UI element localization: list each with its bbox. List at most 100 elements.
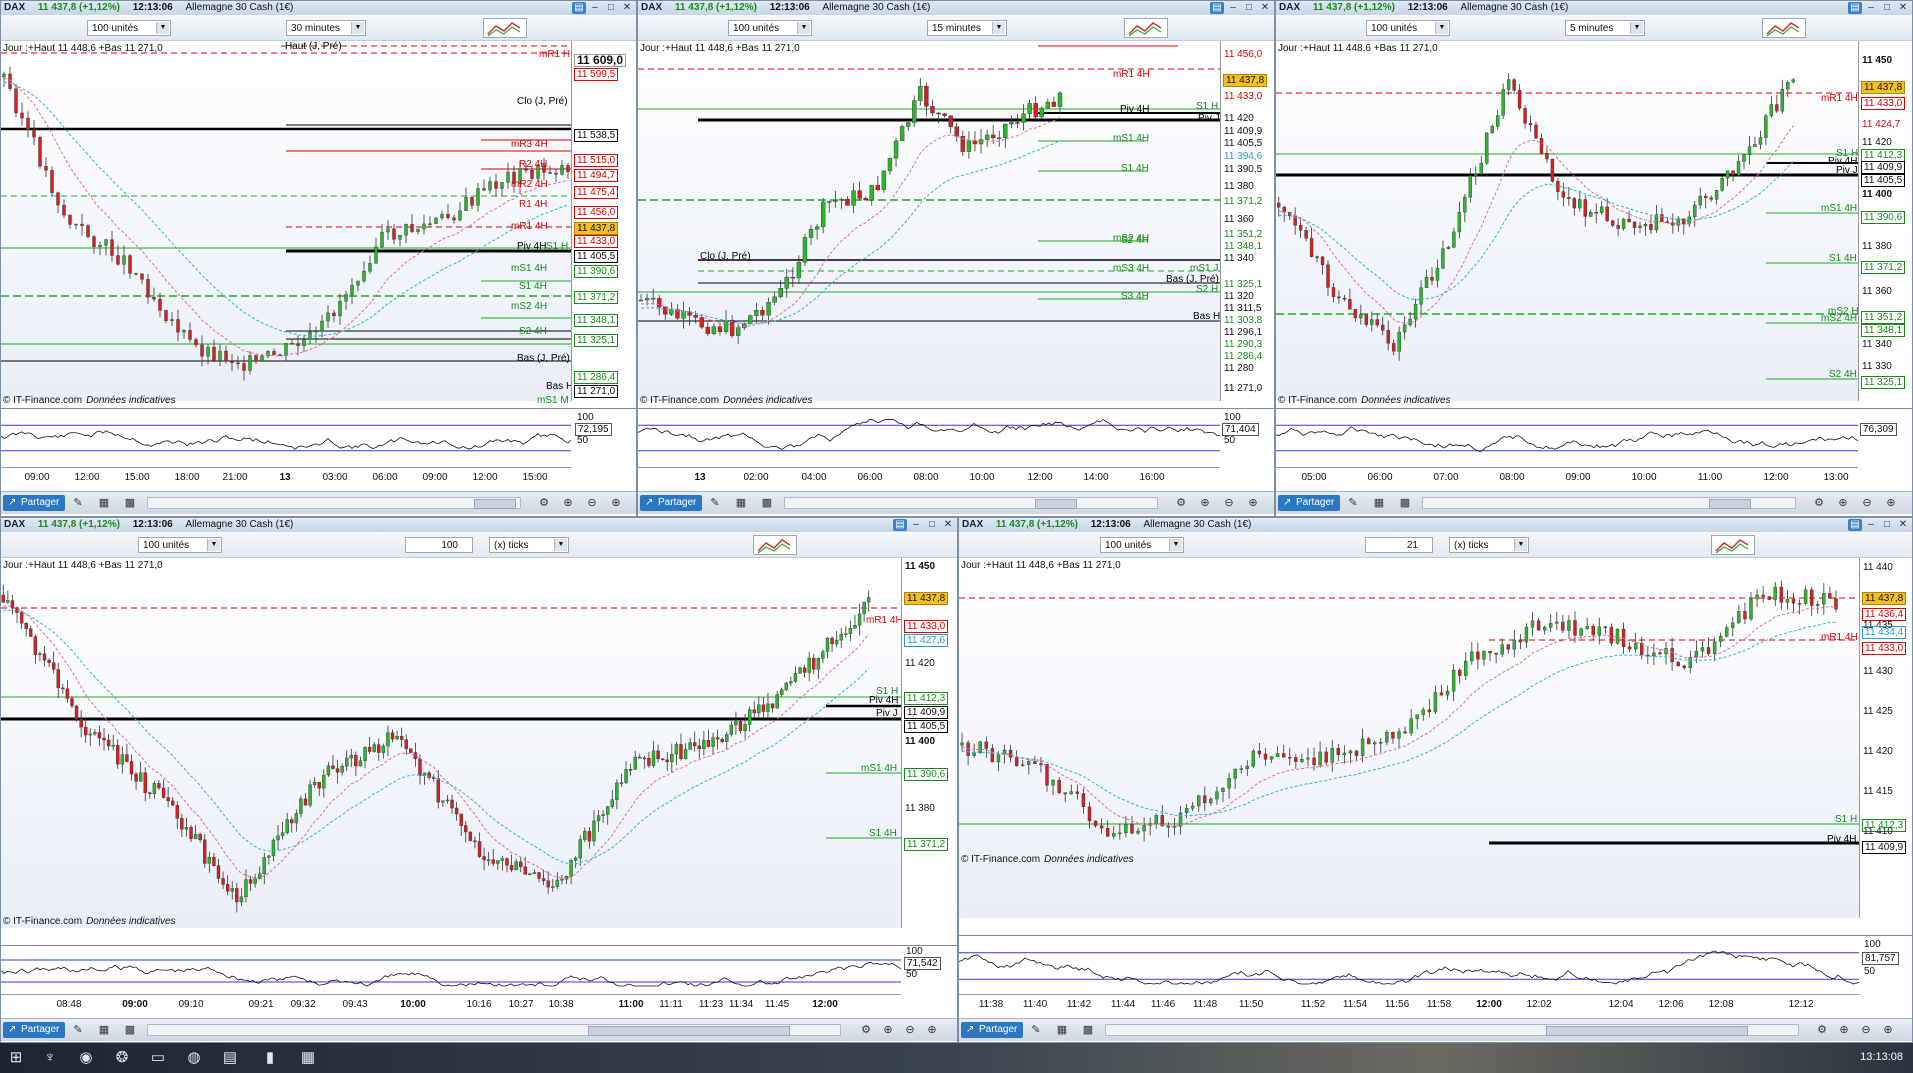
- chart-scrollbar[interactable]: [147, 497, 521, 509]
- minimize-icon[interactable]: –: [1864, 519, 1878, 531]
- layout-icon[interactable]: ▤: [1210, 2, 1224, 14]
- timeframe-select[interactable]: 15 minutes ▼: [927, 20, 1007, 36]
- indicators-icon[interactable]: ▦: [97, 1023, 111, 1037]
- zoom-fit-icon[interactable]: ⊕: [1836, 496, 1850, 510]
- oscillator-panel[interactable]: 100 72,195 50: [1, 408, 636, 467]
- share-button[interactable]: Partager: [1278, 495, 1341, 511]
- chart-scrollbar[interactable]: [1422, 497, 1796, 509]
- chart-type-button[interactable]: [1762, 18, 1806, 38]
- calculator-icon[interactable]: ▩: [123, 496, 137, 510]
- maximize-icon[interactable]: □: [1880, 2, 1894, 14]
- price-chart[interactable]: Jour :+Haut 11 448,6 +Bas 11 271,0 mR1 4…: [1, 558, 903, 928]
- calculator-icon[interactable]: ▩: [123, 1023, 137, 1037]
- chart-type-button[interactable]: [483, 18, 527, 38]
- quantity-select[interactable]: 100 unités ▼: [1100, 537, 1184, 553]
- maximize-icon[interactable]: □: [604, 2, 618, 14]
- time-axis[interactable]: 08:48 09:00 09:10 09:21 09:32 09:43 10:0…: [1, 994, 901, 1015]
- settings-icon[interactable]: ⚙: [859, 1023, 873, 1037]
- symbol-label[interactable]: DAX: [1276, 1, 1300, 15]
- quantity-select[interactable]: 100 unités ▼: [87, 20, 171, 36]
- app-icon[interactable]: ♆: [40, 1048, 60, 1068]
- window-titlebar[interactable]: DAX 11 437,8 (+1,12%) 12:13:06 Allemagne…: [1, 1, 636, 15]
- close-icon[interactable]: ✕: [620, 2, 634, 14]
- timeframe-select[interactable]: 5 minutes ▼: [1565, 20, 1645, 36]
- minimize-icon[interactable]: –: [1226, 2, 1240, 14]
- quantity-select[interactable]: 100 unités ▼: [728, 20, 812, 36]
- zoom-in-icon[interactable]: ⊕: [609, 496, 623, 510]
- drawing-tool-icon[interactable]: ✎: [708, 496, 722, 510]
- symbol-label[interactable]: DAX: [1, 1, 25, 15]
- app-icon[interactable]: ▮: [260, 1048, 280, 1068]
- zoom-out-icon[interactable]: ⊖: [1222, 496, 1236, 510]
- close-icon[interactable]: ✕: [1896, 519, 1910, 531]
- time-axis[interactable]: 13 02:00 04:00 06:00 08:00 10:00 12:00 1…: [638, 467, 1220, 488]
- price-axis[interactable]: 11 440 11 437,8 11 436,4 11 435 11 434,4…: [1859, 558, 1912, 918]
- settings-icon[interactable]: ⚙: [1812, 496, 1826, 510]
- chart-type-button[interactable]: [1124, 18, 1168, 38]
- price-chart[interactable]: Jour :+Haut 11 448,6 +Bas 11 271,0 mR1 4…: [959, 558, 1859, 918]
- drawing-tool-icon[interactable]: ✎: [1346, 496, 1360, 510]
- maximize-icon[interactable]: □: [1242, 2, 1256, 14]
- drawing-tool-icon[interactable]: ✎: [1029, 1023, 1043, 1037]
- zoom-fit-icon[interactable]: ⊕: [1198, 496, 1212, 510]
- zoom-fit-icon[interactable]: ⊕: [561, 496, 575, 510]
- steam-icon[interactable]: ◉: [76, 1048, 96, 1068]
- calculator-icon[interactable]: ▩: [760, 496, 774, 510]
- close-icon[interactable]: ✕: [1258, 2, 1272, 14]
- symbol-label[interactable]: DAX: [959, 518, 983, 532]
- minimize-icon[interactable]: –: [1864, 2, 1878, 14]
- indicators-icon[interactable]: ▦: [1055, 1023, 1069, 1037]
- settings-icon[interactable]: ⚙: [1815, 1023, 1829, 1037]
- window-titlebar[interactable]: DAX 11 437,8 (+1,12%) 12:13:06 Allemagne…: [959, 518, 1912, 532]
- oscillator-panel[interactable]: 76,309: [1276, 408, 1912, 467]
- calculator-icon[interactable]: ▩: [1398, 496, 1412, 510]
- price-axis[interactable]: 11 450 11 437,8 11 433,0 11 424,7 11 420…: [1858, 41, 1912, 401]
- time-axis[interactable]: 11:38 11:40 11:42 11:44 11:46 11:48 11:5…: [959, 994, 1859, 1015]
- tick-count-stepper[interactable]: 100: [405, 537, 473, 553]
- price-axis[interactable]: 11 456,0 11 437,8 11 433,0 11 420 11 409…: [1220, 41, 1274, 401]
- oscillator-panel[interactable]: 100 71,404 50: [638, 408, 1274, 467]
- chart-scrollbar[interactable]: [784, 497, 1158, 509]
- time-axis[interactable]: 05:00 06:00 07:00 08:00 09:00 10:00 11:0…: [1276, 467, 1858, 488]
- drawing-tool-icon[interactable]: ✎: [71, 496, 85, 510]
- zoom-out-icon[interactable]: ⊖: [903, 1023, 917, 1037]
- symbol-label[interactable]: DAX: [1, 518, 25, 532]
- price-chart[interactable]: Jour :+Haut 11 448,6 +Bas 11 271,0 Haut …: [1, 41, 573, 406]
- minimize-icon[interactable]: –: [909, 519, 923, 531]
- chart-type-button[interactable]: [753, 535, 797, 555]
- window-titlebar[interactable]: DAX 11 437,8 (+1,12%) 12:13:06 Allemagne…: [638, 1, 1274, 15]
- price-chart[interactable]: Jour :+Haut 11 448,6 +Bas 11 271,0 mR1 4…: [638, 41, 1220, 406]
- maximize-icon[interactable]: □: [925, 519, 939, 531]
- zoom-in-icon[interactable]: ⊕: [1246, 496, 1260, 510]
- window-titlebar[interactable]: DAX 11 437,8 (+1,12%) 12:13:06 Allemagne…: [1, 518, 957, 532]
- share-button[interactable]: Partager: [3, 1022, 66, 1038]
- time-axis[interactable]: 09:00 12:00 15:00 18:00 21:00 13 03:00 0…: [1, 467, 571, 488]
- app-icon[interactable]: ❂: [112, 1048, 132, 1068]
- firefox-icon[interactable]: ◍: [184, 1048, 204, 1068]
- close-icon[interactable]: ✕: [941, 519, 955, 531]
- layout-icon[interactable]: ▤: [1848, 2, 1862, 14]
- scroll-thumb[interactable]: [588, 1026, 790, 1036]
- scroll-thumb[interactable]: [1709, 499, 1751, 509]
- zoom-in-icon[interactable]: ⊕: [1884, 496, 1898, 510]
- indicators-icon[interactable]: ▦: [1372, 496, 1386, 510]
- indicators-icon[interactable]: ▦: [97, 496, 111, 510]
- scroll-thumb[interactable]: [474, 499, 516, 509]
- settings-icon[interactable]: ⚙: [1174, 496, 1188, 510]
- zoom-out-icon[interactable]: ⊖: [1859, 1023, 1873, 1037]
- calculator-icon[interactable]: ▩: [1081, 1023, 1095, 1037]
- minimize-icon[interactable]: –: [588, 2, 602, 14]
- oscillator-panel[interactable]: 100 81,757 50: [959, 935, 1912, 996]
- price-axis[interactable]: 11 609,0 11 599,5 11 538,5 11 515,0 11 4…: [571, 41, 636, 401]
- tick-unit-select[interactable]: (x) ticks ▼: [489, 537, 569, 553]
- app-icon[interactable]: ▤: [220, 1048, 240, 1068]
- zoom-in-icon[interactable]: ⊕: [1881, 1023, 1895, 1037]
- zoom-fit-icon[interactable]: ⊕: [1837, 1023, 1851, 1037]
- layout-icon[interactable]: ▤: [1848, 519, 1862, 531]
- price-axis[interactable]: 11 450 11 437,8 11 433,0 11 427,6 11 420…: [901, 558, 957, 928]
- tick-unit-select[interactable]: (x) ticks ▼: [1449, 537, 1529, 553]
- quantity-select[interactable]: 100 unités ▼: [1366, 20, 1450, 36]
- chart-scrollbar[interactable]: [1105, 1024, 1799, 1036]
- quantity-select[interactable]: 100 unités ▼: [138, 537, 222, 553]
- share-button[interactable]: Partager: [961, 1022, 1024, 1038]
